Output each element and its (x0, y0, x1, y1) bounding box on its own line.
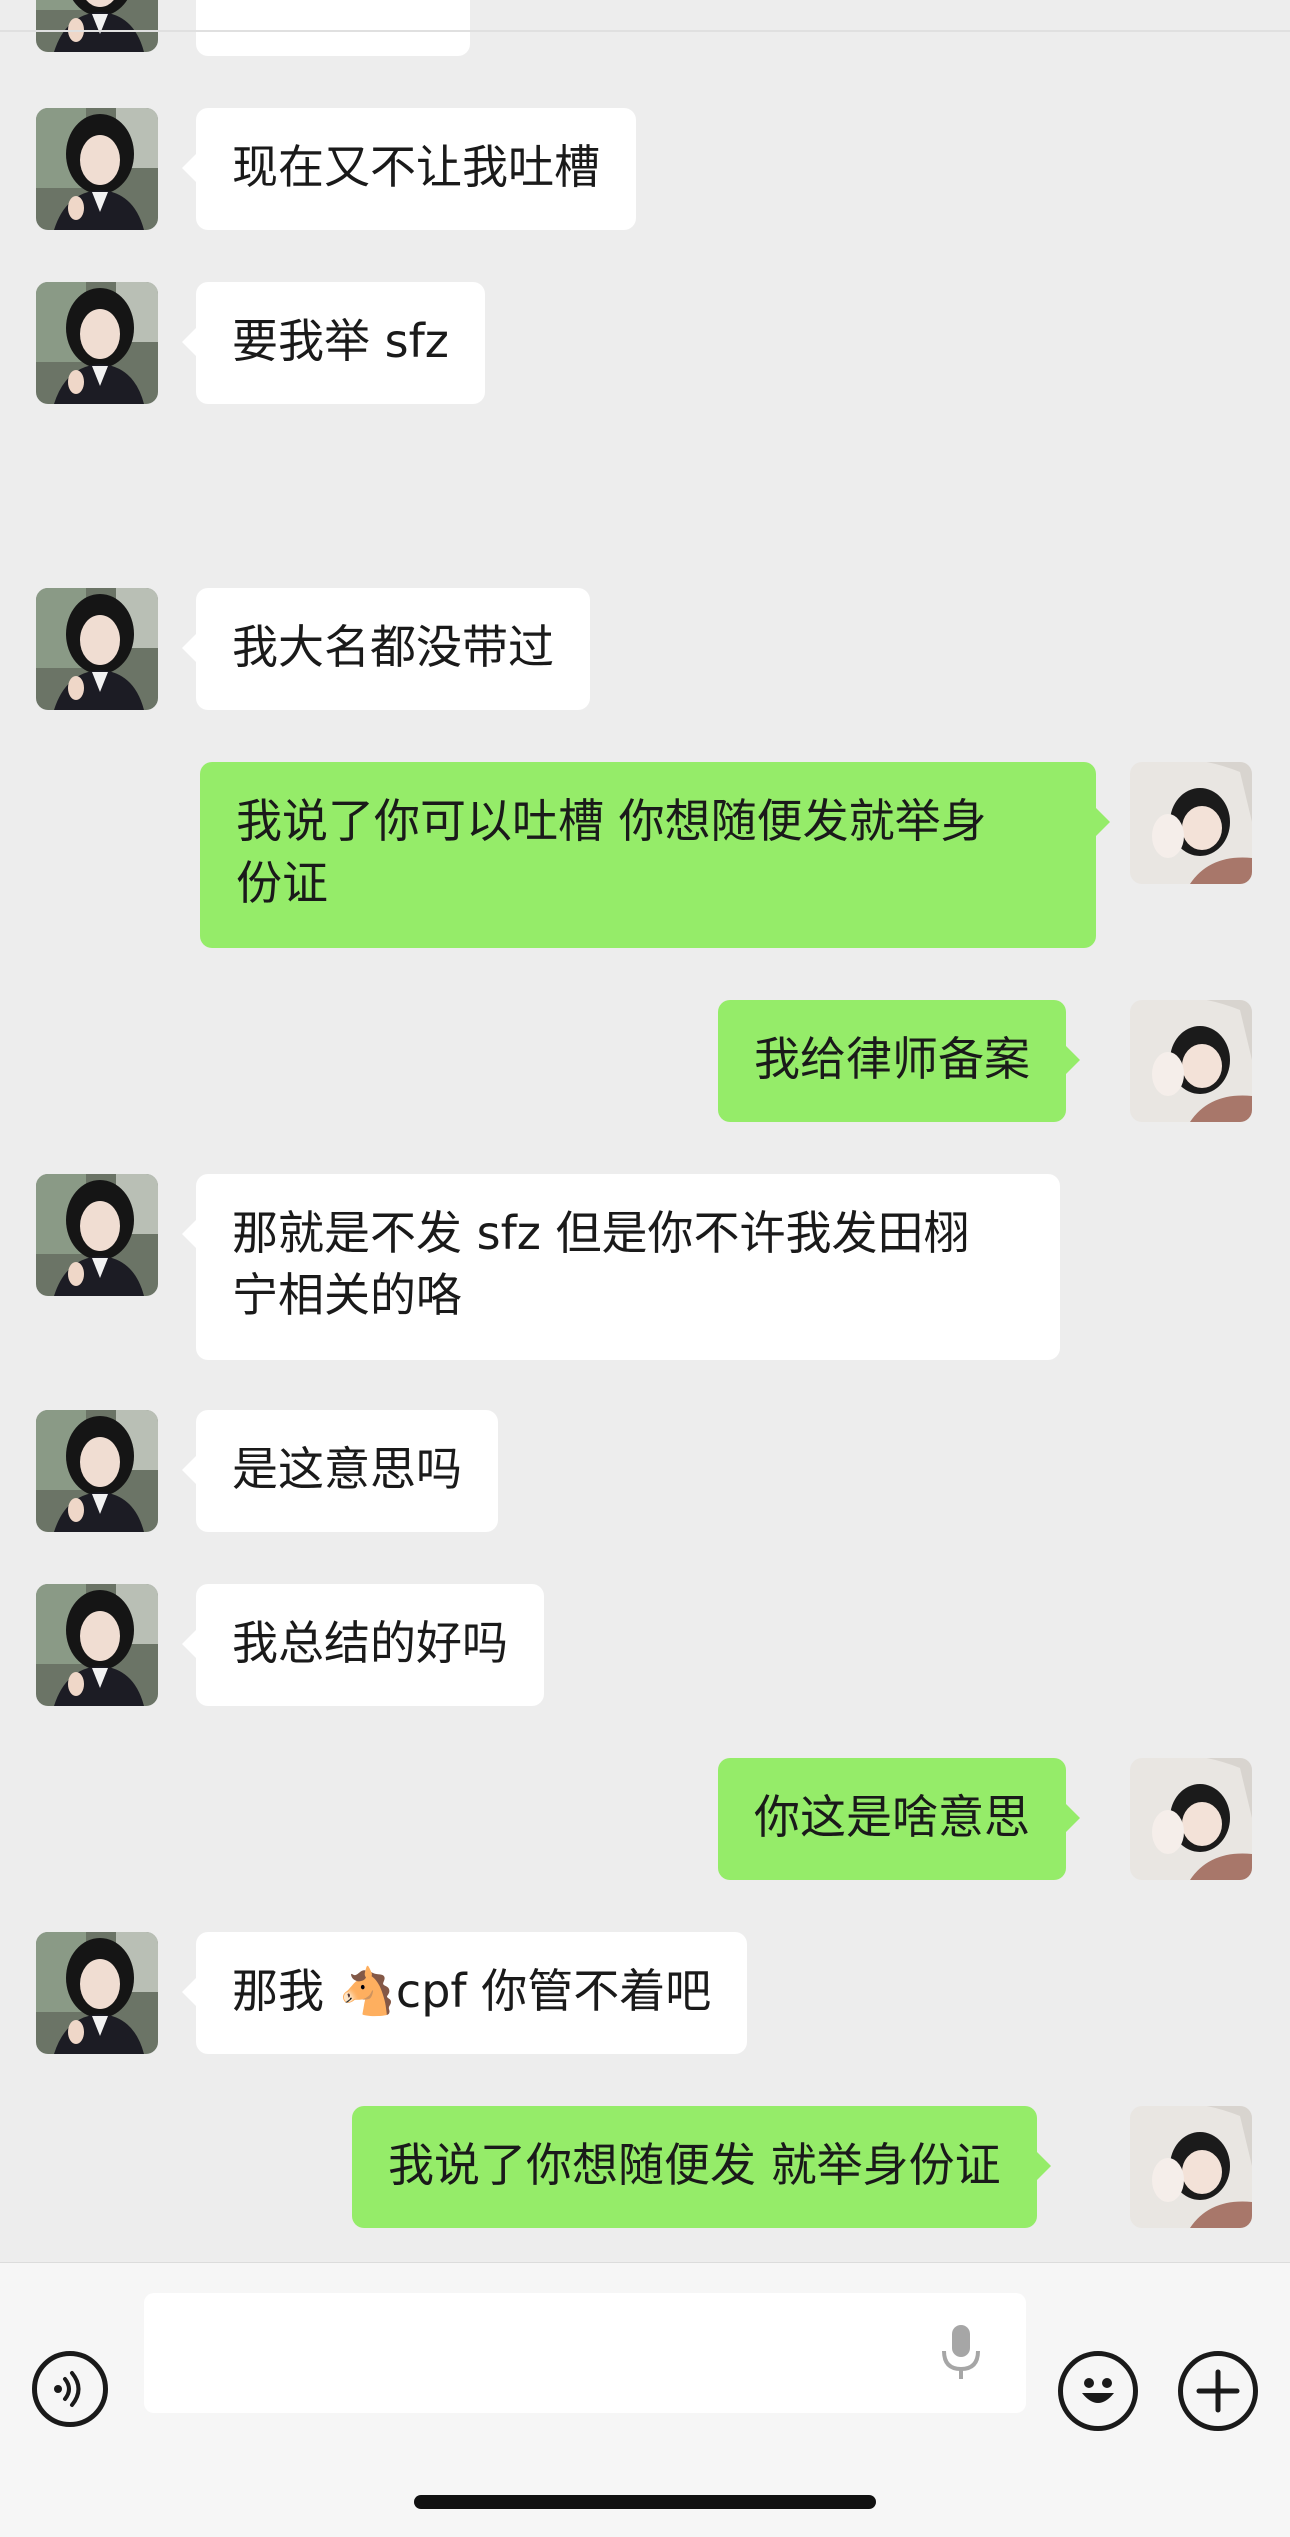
contact-avatar[interactable] (36, 588, 158, 710)
message-bubble-incoming[interactable]: 我总结的好吗 (182, 1584, 544, 1706)
message-bubble-outgoing[interactable]: 你这是啥意思 (718, 1758, 1080, 1880)
contact-avatar[interactable] (36, 1932, 158, 2054)
emoji-button[interactable] (1058, 2351, 1138, 2431)
message-bubble-incoming[interactable]: 那我 🐴cpf 你管不着吧 (181, 1932, 748, 2054)
message-bubble-partial (196, 0, 470, 56)
message-bubble-incoming[interactable]: 现在又不让我吐槽 (182, 108, 636, 230)
my-avatar[interactable] (1130, 1000, 1252, 1122)
message-bubble-incoming[interactable]: 要我举 sfz (182, 282, 485, 404)
divider (0, 30, 1290, 32)
message-bubble-outgoing[interactable]: 我给律师备案 (718, 1000, 1080, 1122)
plus-icon (1196, 2369, 1240, 2413)
my-avatar[interactable] (1130, 762, 1252, 884)
message-bubble-incoming[interactable]: 我大名都没带过 (182, 588, 590, 710)
emoji-icon (1082, 2378, 1114, 2403)
input-bar (0, 2262, 1290, 2537)
home-indicator[interactable] (414, 2495, 876, 2509)
my-avatar[interactable] (1130, 2106, 1252, 2228)
message-bubble-incoming[interactable]: 那就是不发 sfz 但是你不许我发田栩 宁相关的咯 (182, 1174, 1060, 1360)
contact-avatar[interactable] (36, 0, 158, 52)
more-button[interactable] (1178, 2351, 1258, 2431)
voice-button[interactable] (32, 2351, 108, 2427)
voice-icon (54, 2371, 81, 2407)
contact-avatar[interactable] (36, 108, 158, 230)
microphone-icon[interactable] (940, 2323, 982, 2383)
contact-avatar[interactable] (36, 1174, 158, 1296)
message-bubble-outgoing[interactable]: 我说了你可以吐槽 你想随便发就举身 份证 (200, 762, 1110, 948)
contact-avatar[interactable] (36, 1410, 158, 1532)
my-avatar[interactable] (1130, 1758, 1252, 1880)
message-bubble-outgoing[interactable]: 我说了你想随便发 就举身份证 (352, 2106, 1051, 2228)
contact-avatar[interactable] (36, 282, 158, 404)
message-input[interactable] (144, 2293, 1026, 2413)
contact-avatar[interactable] (36, 1584, 158, 1706)
message-bubble-incoming[interactable]: 是这意思吗 (182, 1410, 498, 1532)
chat-area[interactable]: 现在又不让我吐槽 要我举 sfz 我大名都没带过 我说了你可以吐槽 你想随便发就… (0, 0, 1290, 2262)
